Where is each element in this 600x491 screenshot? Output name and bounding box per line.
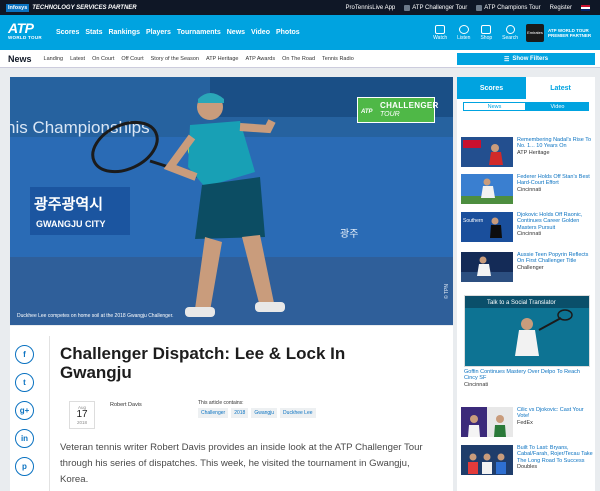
linkedin-icon[interactable]: in [15, 429, 34, 448]
sidebar: Scores Latest News Video Remembering Nad… [457, 77, 595, 491]
tag-duckhee-lee[interactable]: Duckhee Lee [280, 408, 316, 418]
featured-video-caption[interactable]: Goffin Continues Mastery Over Delpo To R… [464, 369, 590, 388]
list-item[interactable]: Federer Holds Off Stan's Best Hard-Court… [461, 174, 595, 204]
article-date: Aug 17 2018 [69, 401, 95, 429]
subnav-tennis-radio[interactable]: Tennis Radio [322, 56, 354, 62]
nav-rankings[interactable]: Rankings [108, 29, 140, 36]
article-title: Challenger Dispatch: Lee & Lock In Gwang… [60, 344, 346, 382]
nav-scores[interactable]: Scores [56, 29, 79, 36]
headphones-icon [458, 24, 469, 34]
challenger-tour-badge: ATP CHALLENGER TOUR [357, 97, 438, 123]
menu-icon: ☰ [503, 56, 510, 63]
list-item[interactable]: Remembering Nadal's Rise To No. 1... 10 … [461, 137, 595, 167]
challenger-tour-link[interactable]: ATP Challenger Tour [404, 4, 467, 11]
featured-video-thumbnail[interactable]: Talk to a Social Translator [464, 295, 590, 367]
subnav-atp-awards[interactable]: ATP Awards [245, 56, 275, 62]
subnav-story-of-season[interactable]: Story of the Season [151, 56, 199, 62]
emirates-logo: Emirates [526, 23, 544, 42]
list-item[interactable]: Southern Djokovic Holds Off Raonic, Cont… [461, 212, 595, 242]
tag-challenger[interactable]: Challenger [198, 408, 229, 418]
video-thumbnail [461, 137, 513, 167]
video-thumbnail: Southern [461, 212, 513, 242]
social-share: f t g+ in p [15, 345, 34, 476]
nav-stats[interactable]: Stats [85, 29, 102, 36]
hero-caption: Duckhee Lee competes on home soil at the… [17, 313, 174, 319]
article-author[interactable]: Robert Davis [110, 402, 142, 408]
uk-flag-icon[interactable] [581, 4, 590, 11]
list-item[interactable]: Built To Last: Bryans, Cabal/Farah, Roje… [461, 445, 595, 475]
nav-photos[interactable]: Photos [276, 29, 300, 36]
banner-text: nis Championships [10, 118, 150, 137]
infosys-logo[interactable]: Infosys [6, 3, 30, 12]
contains-label: This article contains: [198, 400, 244, 406]
nav-news[interactable]: News [227, 29, 245, 36]
subnav-on-the-road[interactable]: On The Road [282, 56, 315, 62]
sponsor[interactable]: Emirates ATP WORLD TOUR PREMIER PARTNER [526, 23, 592, 42]
bag-icon [481, 24, 492, 34]
pinterest-icon[interactable]: p [15, 457, 34, 476]
show-filters-button[interactable]: ☰ Show Filters [457, 53, 595, 65]
thumb-caption: Talk to a Social Translator [487, 300, 556, 306]
register-link[interactable]: Register [550, 5, 572, 11]
video-thumbnail [461, 174, 513, 204]
tab-latest[interactable]: Latest [526, 77, 595, 99]
watch-button[interactable]: Watch [433, 24, 447, 41]
twitter-icon[interactable]: t [15, 373, 34, 392]
video-thumbnail [461, 407, 513, 437]
subnav-landing[interactable]: Landing [44, 56, 64, 62]
tab-scores[interactable]: Scores [457, 77, 526, 99]
google-plus-icon[interactable]: g+ [15, 401, 34, 420]
nav-links: Scores Stats Rankings Players Tournament… [56, 29, 300, 36]
main-nav: ATP WORLD TOUR Scores Stats Rankings Pla… [0, 15, 600, 50]
sign-korean: 광주광역시 [34, 195, 103, 213]
tag-2018[interactable]: 2018 [231, 408, 249, 418]
champions-icon [476, 4, 483, 11]
challenger-icon [404, 4, 411, 11]
video-thumbnail [461, 252, 513, 282]
sponsor-tagline: ATP WORLD TOUR PREMIER PARTNER [548, 27, 592, 38]
champions-tour-link[interactable]: ATP Champions Tour [476, 4, 541, 11]
subnav-on-court[interactable]: On Court [92, 56, 114, 62]
nav-tournaments[interactable]: Tournaments [177, 29, 221, 36]
shop-button[interactable]: Shop [480, 24, 492, 41]
facebook-icon[interactable]: f [15, 345, 34, 364]
section-title[interactable]: News [8, 54, 32, 64]
list-item[interactable]: Aussie Teen Popyrin Reflects On First Ch… [461, 252, 595, 282]
subnav-atp-heritage[interactable]: ATP Heritage [206, 56, 239, 62]
atp-logo[interactable]: ATP WORLD TOUR [8, 21, 50, 45]
divider [49, 336, 50, 491]
video-thumbnail [461, 445, 513, 475]
subtab-news[interactable]: News [463, 102, 526, 111]
article-body: Veteran tennis writer Robert Davis provi… [60, 442, 423, 485]
article-tags: Challenger 2018 Gwangju Duckhee Lee [198, 408, 316, 418]
subnav-latest[interactable]: Latest [70, 56, 85, 62]
list-item[interactable]: Cilic vs Djokovic: Cast Your Vote! FedEx [461, 407, 595, 437]
nav-video[interactable]: Video [251, 29, 270, 36]
hero-image: nis Championships 광주광역시 GWANGJU CITY 광주 … [10, 77, 453, 325]
subnav-off-court[interactable]: Off Court [121, 56, 143, 62]
svg-text:Southern: Southern [463, 218, 484, 224]
search-icon [505, 24, 515, 34]
top-bar: Infosys TECHNOLOGY SERVICES PARTNER ProT… [0, 0, 600, 15]
photo-credit: © TPN [443, 284, 450, 299]
protennislive-link[interactable]: ProTennisLive App [346, 5, 396, 11]
tv-icon [435, 24, 446, 34]
search-button[interactable]: Search [502, 24, 518, 41]
svg-text:광주: 광주 [340, 228, 358, 240]
nav-players[interactable]: Players [146, 29, 171, 36]
tag-gwangju[interactable]: Gwangju [251, 408, 278, 418]
listen-button[interactable]: Listen [457, 24, 470, 41]
sign-city: GWANGJU CITY [36, 219, 106, 229]
subtab-video[interactable]: Video [526, 102, 589, 111]
partner-label: TECHNOLOGY SERVICES PARTNER [32, 4, 137, 11]
